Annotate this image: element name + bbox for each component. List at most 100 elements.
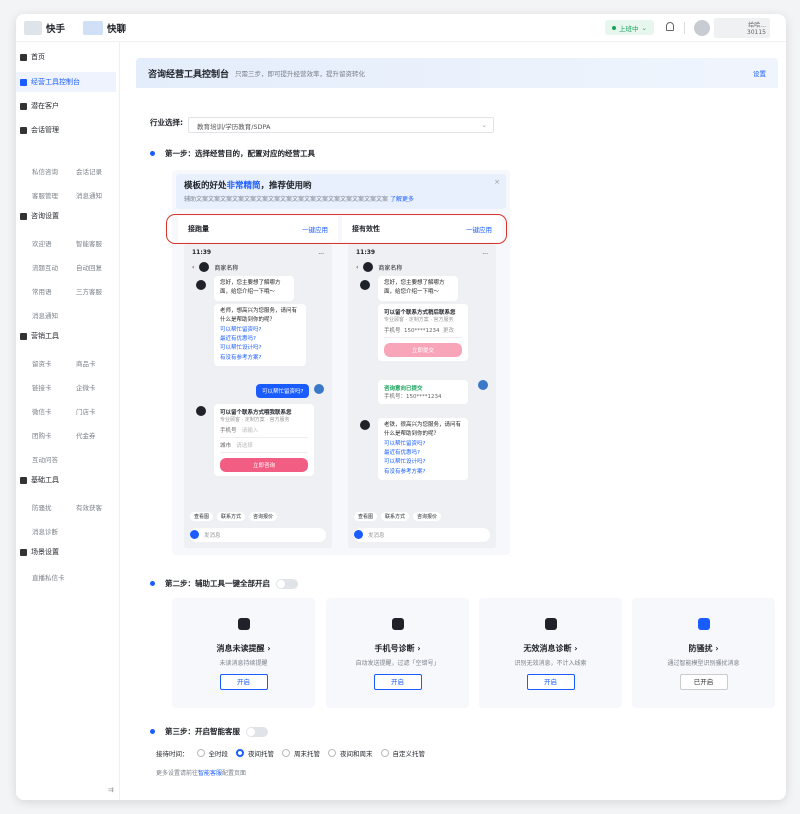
sidebar-sub-item[interactable]: 自动回复: [76, 262, 102, 272]
form-options: 专业顾客 · 定制方案 · 官方服务: [220, 417, 290, 423]
learn-more-link[interactable]: 了解更多: [390, 196, 414, 203]
sidebar-sub-item[interactable]: 私信咨询: [32, 166, 58, 176]
smart-service-link[interactable]: 智能客服: [198, 770, 222, 777]
sidebar-sub-item[interactable]: 流题互动: [32, 262, 58, 272]
message-input[interactable]: 发消息: [190, 528, 326, 542]
quick-link[interactable]: 可以帮忙留资吗?: [384, 440, 462, 449]
phone-field[interactable]: 手机号 请输入: [220, 423, 308, 438]
quick-link[interactable]: 有没有参考方案?: [220, 354, 300, 363]
step3-toggle[interactable]: [246, 726, 268, 737]
city-field[interactable]: 城市 请选择: [220, 438, 308, 453]
chip[interactable]: 咨询报价: [249, 512, 278, 521]
sidebar-item-basic[interactable]: 基础工具: [16, 470, 120, 490]
sidebar-sub-item[interactable]: 直播私信卡: [32, 572, 65, 582]
radio-circle: [196, 749, 205, 757]
sidebar-sub-item[interactable]: 防骚扰: [32, 502, 52, 512]
settings-link[interactable]: 设置: [753, 68, 766, 78]
radio-night[interactable]: 夜间托管: [236, 748, 274, 758]
chip[interactable]: 查看图: [190, 512, 214, 521]
sidebar-sub-item[interactable]: 有效获客: [76, 502, 102, 512]
radio-custom[interactable]: 自定义托管: [380, 748, 425, 758]
quick-link[interactable]: 可以帮忙留资吗?: [220, 326, 300, 335]
user-name: 给哈...: [748, 22, 766, 29]
collapse-sidebar-icon[interactable]: ⇉: [108, 786, 114, 794]
quick-link[interactable]: 可以帮忙设计吗?: [220, 344, 300, 353]
card-title[interactable]: 消息未读提醒 ›: [172, 643, 315, 654]
quick-chips: 查看图 联系方式 咨询报价: [190, 512, 278, 521]
step3-title: 第三步：开启智能客服: [150, 726, 268, 737]
form-submit-button[interactable]: 立即咨询: [220, 458, 308, 472]
quick-link[interactable]: 最近有优惠吗?: [384, 449, 462, 458]
sidebar-sub-item[interactable]: 微信卡: [32, 406, 52, 416]
camera-icon[interactable]: [354, 530, 363, 539]
industry-select[interactable]: 教育培训/学历教育/SDPA ⌄: [188, 117, 494, 133]
sidebar-sub-item[interactable]: 消息诊断: [32, 526, 58, 536]
sidebar-sub-item[interactable]: 消息通知: [76, 190, 102, 200]
card-subtitle: 未读消息持续提醒: [219, 660, 268, 667]
radio-night-weekend[interactable]: 夜间和周末: [328, 748, 373, 758]
sidebar-sub-item[interactable]: 门店卡: [76, 406, 96, 416]
sidebar-sub-item[interactable]: 智能客服: [76, 238, 102, 248]
message-input[interactable]: 发消息: [354, 528, 490, 542]
step2-toggle[interactable]: [276, 578, 298, 589]
enable-button[interactable]: 开启: [526, 674, 575, 690]
sidebar-sub-item[interactable]: 留资卡: [32, 358, 52, 368]
status-dropdown[interactable]: 上班中 ⌄: [605, 20, 654, 35]
app-kuailiao[interactable]: 快聊: [107, 21, 126, 35]
sidebar-item-home[interactable]: 首页: [16, 47, 120, 67]
app-kuaishou[interactable]: 快手: [46, 21, 65, 35]
chat-bubble: 老铁，很高兴为您服务，请问有什么是帮助到你的呢？ 可以帮忙留资吗? 最近有优惠吗…: [378, 418, 468, 481]
chip[interactable]: 联系方式: [381, 512, 410, 521]
card-title[interactable]: 手机号诊断 ›: [326, 643, 469, 654]
sidebar-sub-item[interactable]: 链接卡: [32, 382, 52, 392]
user-menu[interactable]: 给哈... 30115: [714, 18, 770, 38]
enable-button[interactable]: 开启: [373, 674, 422, 690]
chevron-down-icon: ⌄: [481, 121, 487, 129]
sidebar-item-consult[interactable]: 咨询设置: [16, 206, 120, 226]
step-dot: [150, 581, 155, 586]
sidebar-sub-item[interactable]: 团购卡: [32, 430, 52, 440]
sidebar-sub-item[interactable]: 互动问答: [32, 454, 58, 464]
bot-avatar: [360, 280, 370, 290]
camera-icon[interactable]: [190, 530, 199, 539]
enabled-button[interactable]: 已开启: [679, 674, 728, 690]
quick-link[interactable]: 最近有优惠吗?: [220, 335, 300, 344]
sidebar-sub-item[interactable]: 三方客服: [76, 286, 102, 296]
submitted-phone: 手机号：150****1234: [384, 394, 442, 400]
sidebar-sub-item[interactable]: 欢迎语: [32, 238, 52, 248]
sidebar-item-potential[interactable]: 潜在客户: [16, 96, 120, 116]
phone-field[interactable]: 手机号 150****1234 更改: [384, 323, 462, 338]
chip[interactable]: 查看图: [354, 512, 378, 521]
sidebar-sub-item[interactable]: 企微卡: [76, 382, 96, 392]
radio-weekend[interactable]: 周末托管: [282, 748, 320, 758]
sidebar-sub-item[interactable]: 常用语: [32, 286, 52, 296]
quick-link[interactable]: 可以帮忙设计吗?: [384, 458, 462, 467]
sidebar-item-console[interactable]: 经营工具控制台: [16, 72, 116, 92]
enable-button[interactable]: 开启: [219, 674, 268, 690]
merchant-avatar: [199, 262, 210, 272]
sidebar-sub-item[interactable]: 消息通知: [32, 310, 58, 320]
sidebar-sub-item[interactable]: 客服管理: [32, 190, 58, 200]
bell-icon[interactable]: [666, 22, 674, 31]
radio-all[interactable]: 全时段: [196, 748, 228, 758]
quick-link[interactable]: 有没有参考方案?: [384, 468, 462, 477]
sidebar-sub-item[interactable]: 商品卡: [76, 358, 96, 368]
sidebar-item-scene[interactable]: 场景设置: [16, 542, 120, 562]
form-submit-button[interactable]: 立即提交: [384, 343, 462, 357]
sidebar-item-marketing[interactable]: 营销工具: [16, 326, 120, 346]
step2-title-text: 第二步：辅助工具一键全部开启: [165, 579, 270, 588]
chip[interactable]: 咨询报价: [413, 512, 442, 521]
reception-time-row: 接待时间： 全时段 夜间托管 周末托管 夜间和周末 自定义托管: [156, 748, 425, 758]
card-title[interactable]: 防骚扰 ›: [632, 643, 775, 654]
tool-card-phone: 手机号诊断 › 自动发送提醒，过滤「空错号」 开启: [326, 598, 469, 708]
close-icon[interactable]: ×: [494, 178, 500, 186]
card-title[interactable]: 无效消息诊断 ›: [479, 643, 622, 654]
sidebar-item-label: 基础工具: [31, 476, 59, 484]
chat-header: ‹ 商家名称: [356, 262, 402, 272]
sidebar-sub-item[interactable]: 代金券: [76, 430, 96, 440]
avatar[interactable]: [694, 20, 710, 36]
sidebar-sub-item[interactable]: 会话记录: [76, 166, 102, 176]
sidebar-item-session[interactable]: 会话管理: [16, 120, 120, 140]
chat-bubble: 您好，您主要想了解哪方面，给您介绍一下哦～: [214, 276, 294, 301]
chip[interactable]: 联系方式: [217, 512, 246, 521]
